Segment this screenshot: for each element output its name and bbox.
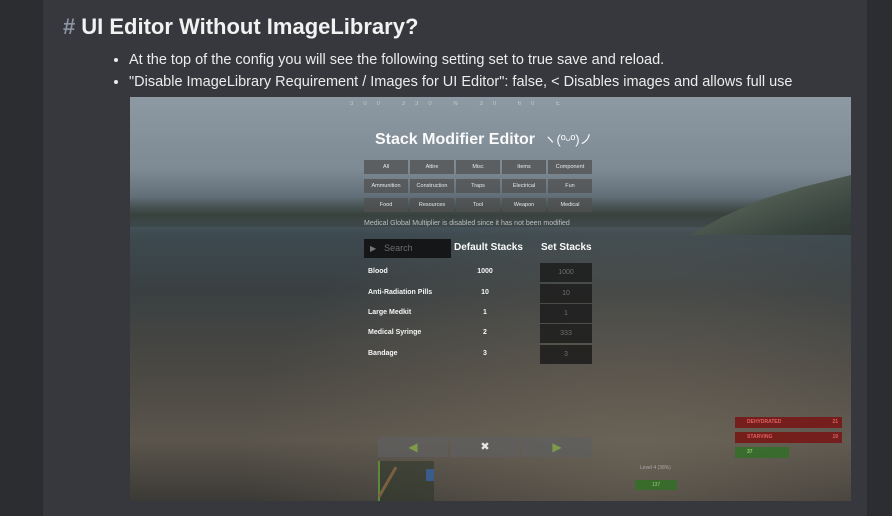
status-starving: STARVING 19 [735, 432, 842, 443]
weapon-icon [377, 466, 398, 498]
instruction-list: At the top of the config you will see th… [111, 52, 793, 96]
item-default-stack: 1 [483, 309, 487, 316]
item-set-stack-input[interactable]: 1 [540, 304, 592, 323]
search-placeholder: Search [384, 243, 413, 253]
item-set-stack-input[interactable]: 10 [540, 284, 592, 303]
content-area: #UI Editor Without ImageLibrary? At the … [42, 0, 868, 516]
status-label: DEHYDRATED [747, 419, 782, 425]
hotbar-weapon-slot[interactable] [377, 461, 434, 501]
editor-title: Stack Modifier Editor ヽ(ºᵕº)ノ [375, 129, 593, 149]
section-heading: # UI Editor Without ImageLibrary? [63, 14, 418, 40]
editor-emoticon: ヽ(ºᵕº)ノ [543, 132, 593, 147]
arrow-left-icon: ◀ [408, 440, 418, 454]
category-food[interactable]: Food [364, 198, 408, 212]
compass-strip: 300 330 N 30 60 E [350, 101, 571, 107]
prev-page-button[interactable]: ◀ [378, 437, 448, 457]
item-name: Anti-Radiation Pills [368, 289, 433, 296]
item-default-stack: 3 [483, 350, 487, 357]
heading-title: UI Editor Without ImageLibrary? [81, 14, 419, 39]
category-all[interactable]: All [364, 160, 408, 174]
list-item: "Disable ImageLibrary Requirement / Imag… [129, 74, 793, 90]
item-default-stack: 10 [481, 289, 489, 296]
hud-level-text: Level 4 (38%) [640, 465, 671, 471]
category-misc[interactable]: Misc [456, 160, 500, 174]
category-traps[interactable]: Traps [456, 179, 500, 193]
header-default-stacks: Default Stacks [454, 242, 523, 253]
close-icon: ✖ [480, 441, 490, 453]
editor-title-text: Stack Modifier Editor [375, 131, 536, 148]
item-name: Medical Syringe [368, 329, 422, 336]
item-set-stack-input[interactable]: 1000 [540, 263, 592, 282]
category-fun[interactable]: Fun [548, 179, 592, 193]
category-resources[interactable]: Resources [410, 198, 454, 212]
play-icon: ▶ [370, 244, 377, 253]
header-set-stacks: Set Stacks [541, 242, 592, 253]
close-button[interactable]: ✖ [450, 437, 520, 457]
page-margin-left [0, 0, 42, 516]
category-tool[interactable]: Tool [456, 198, 500, 212]
item-name: Blood [368, 268, 388, 275]
next-page-button[interactable]: ▶ [522, 437, 592, 457]
item-set-stack-input[interactable]: 3 [540, 345, 592, 364]
status-green: 37 [735, 447, 789, 458]
list-item: At the top of the config you will see th… [129, 52, 793, 68]
status-value: 21 [832, 419, 838, 425]
status-label: STARVING [747, 434, 773, 440]
category-construction[interactable]: Construction [410, 179, 454, 193]
status-value: 19 [832, 434, 838, 440]
multiplier-notice: Medical Global Multiplier is disabled si… [364, 220, 570, 227]
ammo-icon [426, 469, 434, 481]
item-default-stack: 1000 [477, 268, 493, 275]
category-weapon[interactable]: Weapon [502, 198, 546, 212]
item-name: Bandage [368, 350, 398, 357]
item-default-stack: 2 [483, 329, 487, 336]
page-margin-right [866, 0, 892, 516]
arrow-right-icon: ▶ [552, 440, 562, 454]
category-medical[interactable]: Medical [548, 198, 592, 212]
game-screenshot: 300 330 N 30 60 E Stack Modifier Editor … [130, 97, 851, 501]
heading-anchor[interactable]: # [63, 14, 75, 39]
item-name: Large Medkit [368, 309, 412, 316]
category-items[interactable]: Items [502, 160, 546, 174]
category-electrical[interactable]: Electrical [502, 179, 546, 193]
pagination-bar: ◀ ✖ ▶ [378, 437, 594, 457]
status-dehydrated: DEHYDRATED 21 [735, 417, 842, 428]
category-component[interactable]: Component [548, 160, 592, 174]
category-ammunition[interactable]: Ammunition [364, 179, 408, 193]
category-attire[interactable]: Attire [410, 160, 454, 174]
hud-green-badge: 137 [635, 480, 677, 490]
search-input[interactable]: ▶ Search [364, 239, 451, 258]
item-set-stack-input[interactable]: 333 [540, 324, 592, 343]
